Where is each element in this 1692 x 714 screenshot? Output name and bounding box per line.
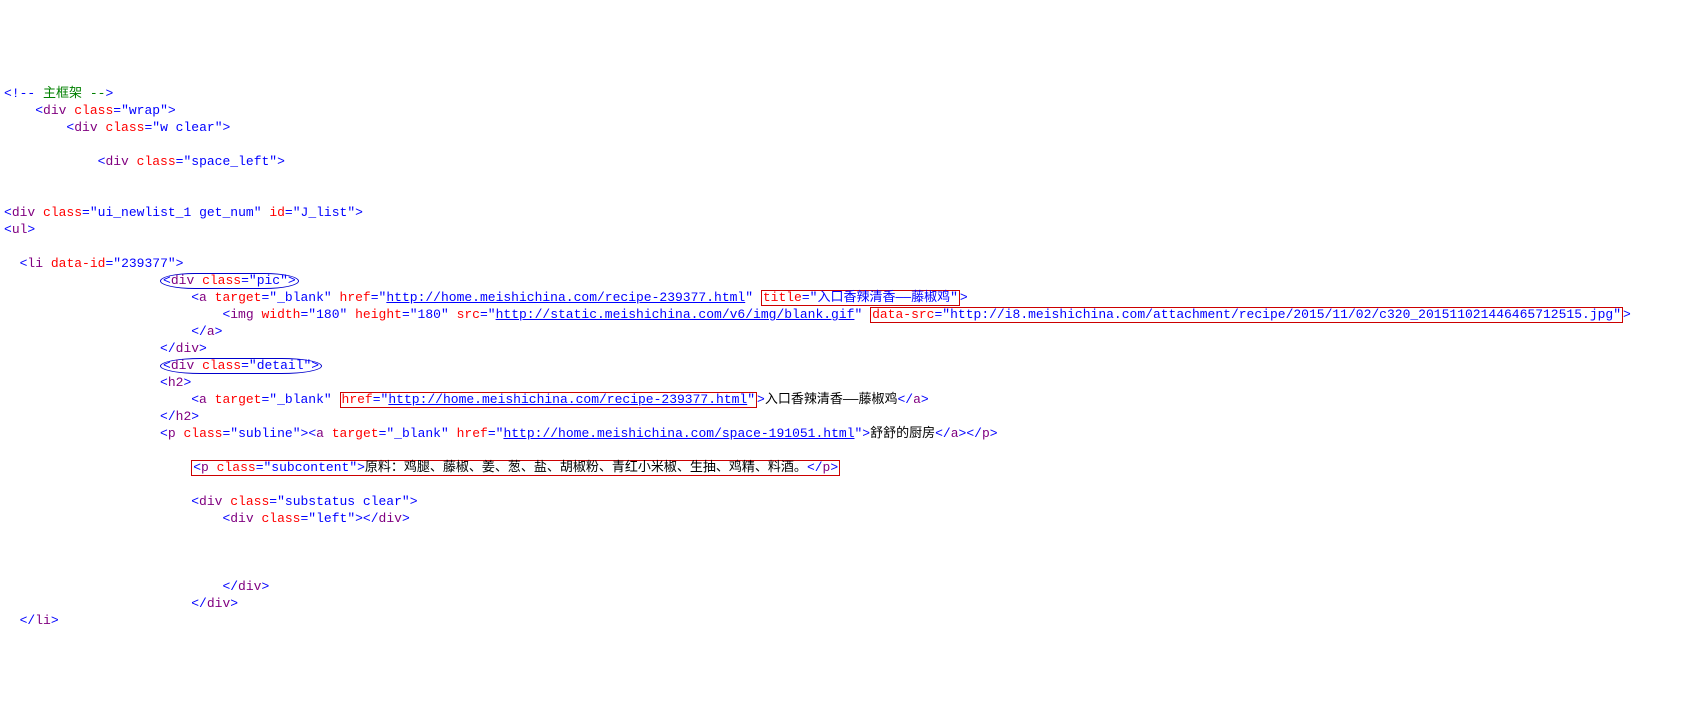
attr-val: subcontent xyxy=(271,460,349,475)
code-line: </h2> xyxy=(4,409,199,424)
code-line xyxy=(4,188,12,203)
link-text: 舒舒的厨房 xyxy=(870,426,935,441)
attr-val: space_left xyxy=(191,154,269,169)
subcontent-text: 原料：鸡腿、藤椒、姜、葱、盐、胡椒粉、青红小米椒、生抽、鸡精、料酒。 xyxy=(365,460,807,475)
code-line: <li data-id="239377"> xyxy=(4,256,183,271)
code-line: <img width="180" height="180" src="http:… xyxy=(4,307,1631,322)
code-line: <div class="wrap"> xyxy=(4,103,176,118)
link-href[interactable]: http://home.meishichina.com/space-191051… xyxy=(503,426,854,441)
attr-val: ui_newlist_1 get_num xyxy=(98,205,254,220)
comment-text: 主框架 -- xyxy=(35,86,105,101)
highlight-rect-subcontent: <p class="subcontent">原料：鸡腿、藤椒、姜、葱、盐、胡椒粉… xyxy=(191,460,840,476)
code-line xyxy=(4,443,12,458)
link-src[interactable]: http://static.meishichina.com/v6/img/bla… xyxy=(496,307,855,322)
attr-val: pic xyxy=(257,273,280,288)
code-line: <div class="pic"> xyxy=(4,273,299,288)
attr-val: 180 xyxy=(418,307,441,322)
attr-val: 入口香辣清香——藤椒鸡 xyxy=(817,290,950,305)
code-line: <a target="_blank" href="http://home.mei… xyxy=(4,290,968,305)
code-line: <p class="subline"><a target="_blank" hr… xyxy=(4,426,998,441)
code-line xyxy=(4,137,12,152)
code-line: <div class="w clear"> xyxy=(4,120,230,135)
attr-val: _blank xyxy=(277,392,324,407)
code-line: <div class="detail"> xyxy=(4,358,322,373)
highlight-rect-datasrc: data-src="http://i8.meishichina.com/atta… xyxy=(870,307,1623,323)
attr-val: wrap xyxy=(129,103,160,118)
highlight-ellipse-pic: <div class="pic"> xyxy=(160,273,299,289)
code-line: <a target="_blank" href="http://home.mei… xyxy=(4,392,929,407)
highlight-ellipse-detail: <div class="detail"> xyxy=(160,358,322,374)
highlight-rect-title: title="入口香辣清香——藤椒鸡" xyxy=(761,290,960,306)
attr-val: J_list xyxy=(301,205,348,220)
attr-val: http://i8.meishichina.com/attachment/rec… xyxy=(950,307,1613,322)
attr-val: 239377 xyxy=(121,256,168,271)
code-line xyxy=(4,545,12,560)
code-line: <!-- 主框架 --> xyxy=(4,86,113,101)
attr-val: left xyxy=(316,511,347,526)
attr-val: w clear xyxy=(160,120,215,135)
attr-val: _blank xyxy=(277,290,324,305)
code-line: </a> xyxy=(4,324,222,339)
link-href[interactable]: http://home.meishichina.com/recipe-23937… xyxy=(386,290,745,305)
code-line xyxy=(4,528,12,543)
highlight-rect-href: href="http://home.meishichina.com/recipe… xyxy=(340,392,758,408)
code-line: <div class="left"></div> xyxy=(4,511,410,526)
attr-val: detail xyxy=(257,358,304,373)
attr-val: substatus clear xyxy=(285,494,402,509)
code-line xyxy=(4,562,12,577)
code-line: </div> xyxy=(4,341,207,356)
code-line: <div class="space_left"> xyxy=(4,154,285,169)
code-line xyxy=(4,171,12,186)
code-line: <h2> xyxy=(4,375,191,390)
attr-val: 180 xyxy=(316,307,339,322)
code-line: <div class="ui_newlist_1 get_num" id="J_… xyxy=(4,205,363,220)
attr-val: _blank xyxy=(394,426,441,441)
code-line: </div> xyxy=(4,579,269,594)
attr-val: subline xyxy=(238,426,293,441)
code-line: <div class="substatus clear"> xyxy=(4,494,418,509)
code-line xyxy=(4,477,12,492)
link-text: 入口香辣清香——藤椒鸡 xyxy=(765,392,898,407)
code-line: <ul> xyxy=(4,222,35,237)
code-line xyxy=(4,239,12,254)
code-view: <!-- 主框架 --> <div class="wrap"> <div cla… xyxy=(0,68,1692,629)
link-href[interactable]: http://home.meishichina.com/recipe-23937… xyxy=(388,392,747,407)
code-line: </div> xyxy=(4,596,238,611)
code-line: <p class="subcontent">原料：鸡腿、藤椒、姜、葱、盐、胡椒粉… xyxy=(4,460,840,475)
code-line: </li> xyxy=(4,613,59,628)
